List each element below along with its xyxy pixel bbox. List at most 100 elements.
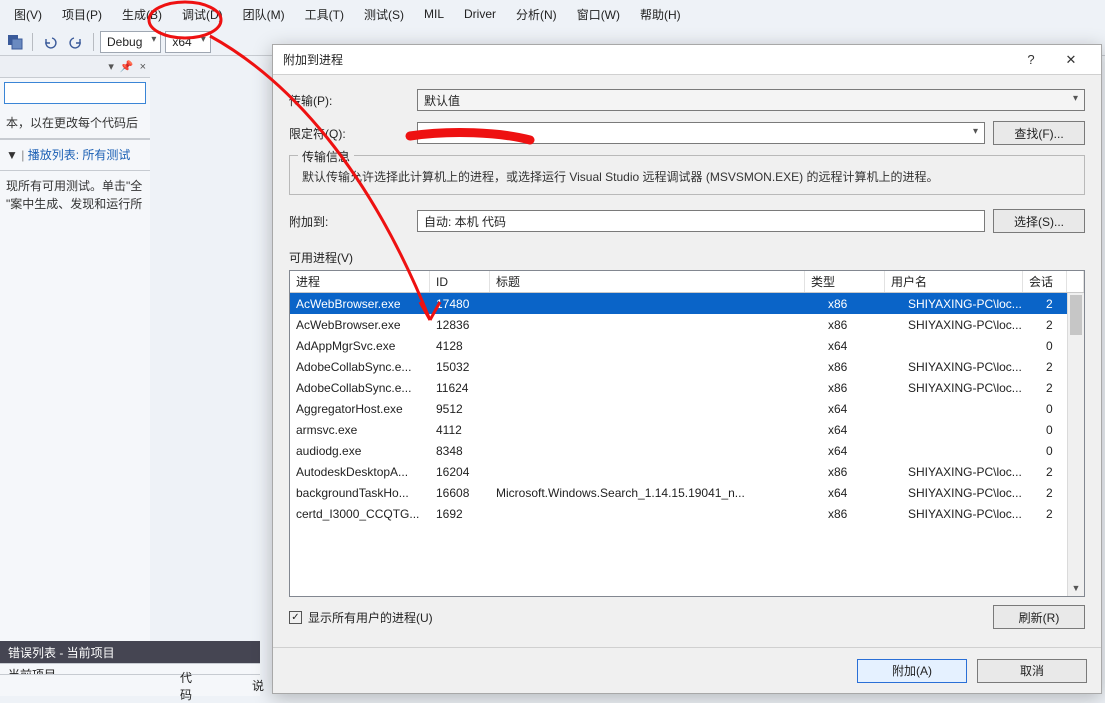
table-row[interactable]: certd_I3000_CCQTG...1692x86SHIYAXING-PC\… <box>290 503 1084 524</box>
table-row[interactable]: AutodeskDesktopA...16204 x86SHIYAXING-PC\… <box>290 461 1084 482</box>
table-row[interactable]: AggregatorHost.exe9512x640 <box>290 398 1084 419</box>
col-type[interactable]: 类型 <box>805 271 885 292</box>
transport-label: 传输(P): <box>289 92 409 109</box>
qualifier-combo[interactable] <box>417 122 985 144</box>
scroll-down-icon[interactable]: ▼ <box>1068 579 1084 596</box>
col-code[interactable]: 代码 <box>180 669 192 703</box>
cell: 4128 <box>430 339 490 353</box>
search-input[interactable] <box>4 82 146 104</box>
separator <box>32 33 33 51</box>
cell: AdobeCollabSync.e... <box>290 381 430 395</box>
table-row[interactable]: backgroundTaskHo...16608Microsoft.Window… <box>290 482 1084 503</box>
refresh-button[interactable]: 刷新(R) <box>993 605 1085 629</box>
menu-test[interactable]: 测试(S) <box>354 2 414 27</box>
cell: Microsoft.Windows.Search_1.14.15.19041_n… <box>490 486 822 500</box>
cell: 16204 <box>430 465 490 479</box>
playlist-link[interactable]: 播放列表: 所有测试 <box>28 148 131 162</box>
cell: 16608 <box>430 486 490 500</box>
col-process[interactable]: 进程 <box>290 271 430 292</box>
cell: backgroundTaskHo... <box>290 486 430 500</box>
cell: x64 <box>822 339 902 353</box>
save-all-icon[interactable] <box>4 31 26 53</box>
col-desc[interactable]: 说 <box>252 677 264 694</box>
col-session[interactable]: 会话 <box>1023 271 1067 292</box>
cell: 9512 <box>430 402 490 416</box>
cell: x86 <box>822 297 902 311</box>
cell: 1692 <box>430 507 490 521</box>
pin-icon[interactable]: 📌 <box>120 60 134 73</box>
groupbox-legend: 传输信息 <box>298 148 354 165</box>
cell: AutodeskDesktopA... <box>290 465 430 479</box>
cell: x86 <box>822 381 902 395</box>
cell: audiodg.exe <box>290 444 430 458</box>
errorlist-titlebar: 错误列表 - 当前项目 <box>0 641 260 663</box>
list-body: AcWebBrowser.exe17480x86SHIYAXING-PC\loc… <box>290 293 1084 596</box>
cancel-button[interactable]: 取消 <box>977 659 1087 683</box>
menu-driver[interactable]: Driver <box>454 3 506 25</box>
process-list[interactable]: 进程 ID 标题 类型 用户名 会话 AcWebBrowser.exe17480… <box>289 270 1085 597</box>
select-button[interactable]: 选择(S)... <box>993 209 1085 233</box>
list-header: 进程 ID 标题 类型 用户名 会话 <box>290 271 1084 293</box>
find-button[interactable]: 查找(F)... <box>993 121 1085 145</box>
menu-mil[interactable]: MIL <box>414 3 454 25</box>
cell: x64 <box>822 402 902 416</box>
table-row[interactable]: AdobeCollabSync.e...11624x86SHIYAXING-PC… <box>290 377 1084 398</box>
cell: certd_I3000_CCQTG... <box>290 507 430 521</box>
cell: 15032 <box>430 360 490 374</box>
undo-icon[interactable] <box>39 31 61 53</box>
hint-text-a: 现所有可用测试。单击"全 <box>6 177 144 195</box>
available-processes-label: 可用进程(V) <box>289 249 1085 266</box>
menu-debug[interactable]: 调试(D) <box>172 2 233 27</box>
dialog-body: 传输(P): 默认值 限定符(Q): 查找(F)... 传输信息 默认传输允许选… <box>273 75 1101 647</box>
close-icon[interactable]: × <box>140 61 146 73</box>
cell: SHIYAXING-PC\loc... <box>902 486 1040 500</box>
col-title[interactable]: 标题 <box>490 271 805 292</box>
config-combo[interactable]: Debug <box>100 31 161 53</box>
menu-team[interactable]: 团队(M) <box>233 2 295 27</box>
menu-view[interactable]: 图(V) <box>4 2 52 27</box>
attach-button[interactable]: 附加(A) <box>857 659 967 683</box>
scroll-thumb[interactable] <box>1070 295 1082 335</box>
menu-window[interactable]: 窗口(W) <box>567 2 630 27</box>
transport-combo[interactable]: 默认值 <box>417 89 1085 111</box>
menu-build[interactable]: 生成(B) <box>112 2 172 27</box>
table-row[interactable]: AcWebBrowser.exe12836x86SHIYAXING-PC\loc… <box>290 314 1084 335</box>
attach-to-text: 自动: 本机 代码 <box>417 210 985 232</box>
panel-header: ▾ 📌 × <box>0 56 150 78</box>
cell: x86 <box>822 507 902 521</box>
transport-info-group: 传输信息 默认传输允许选择此计算机上的进程，或选择运行 Visual Studi… <box>289 155 1085 195</box>
table-row[interactable]: AdobeCollabSync.e...15032x86SHIYAXING-PC… <box>290 356 1084 377</box>
table-row[interactable]: AdAppMgrSvc.exe4128x640 <box>290 335 1084 356</box>
cell: x64 <box>822 423 902 437</box>
close-button[interactable]: ✕ <box>1051 46 1091 74</box>
cell: x86 <box>822 465 902 479</box>
transport-info-text: 默认传输允许选择此计算机上的进程，或选择运行 Visual Studio 远程调… <box>298 168 1076 186</box>
platform-combo[interactable]: x64 <box>165 31 210 53</box>
cell: x64 <box>822 444 902 458</box>
redo-icon[interactable] <box>65 31 87 53</box>
menu-tools[interactable]: 工具(T) <box>295 2 354 27</box>
menu-project[interactable]: 项目(P) <box>52 2 112 27</box>
col-user[interactable]: 用户名 <box>885 271 1023 292</box>
panel-playlist: ▼ | 播放列表: 所有测试 <box>0 139 150 171</box>
cell: x86 <box>822 318 902 332</box>
show-all-users-checkbox[interactable]: ✓ 显示所有用户的进程(U) <box>289 609 433 626</box>
menu-help[interactable]: 帮助(H) <box>630 2 691 27</box>
panel-hint-1: 本，以在更改每个代码后 <box>0 108 150 139</box>
table-row[interactable]: audiodg.exe8348x640 <box>290 440 1084 461</box>
table-row[interactable]: armsvc.exe4112x640 <box>290 419 1084 440</box>
dropdown-icon[interactable]: ▾ <box>108 60 114 73</box>
help-button[interactable]: ? <box>1011 46 1051 74</box>
attach-to-label: 附加到: <box>289 213 409 230</box>
menu-analyze[interactable]: 分析(N) <box>506 2 567 27</box>
cell: SHIYAXING-PC\loc... <box>902 465 1040 479</box>
chevron-down-icon[interactable]: ▼ <box>6 148 18 162</box>
scrollbar[interactable]: ▲ ▼ <box>1067 293 1084 596</box>
col-id[interactable]: ID <box>430 271 490 292</box>
attach-to-row: 附加到: 自动: 本机 代码 选择(S)... <box>289 209 1085 233</box>
cell: SHIYAXING-PC\loc... <box>902 318 1040 332</box>
checkbox-label: 显示所有用户的进程(U) <box>308 609 433 626</box>
transport-value: 默认值 <box>424 92 460 109</box>
table-row[interactable]: AcWebBrowser.exe17480x86SHIYAXING-PC\loc… <box>290 293 1084 314</box>
cell: x64 <box>822 486 902 500</box>
